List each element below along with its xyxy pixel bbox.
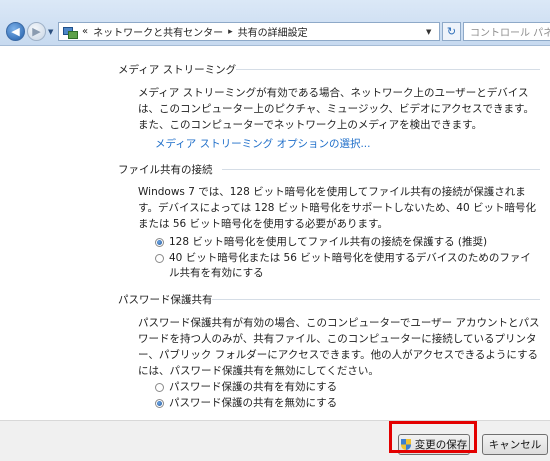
section-divider [236, 69, 540, 70]
section-divider [212, 299, 540, 300]
address-bar: ◀ ▶ ▼ « ネットワークと共有センター ▸ 共有の詳細設定 ▼ ↻ コントロ… [0, 0, 550, 46]
chevron-right-icon[interactable]: ▸ [228, 27, 233, 37]
encryption-40-56-label: 40 ビット暗号化または 56 ビット暗号化を使用するデバイスのためのファイル共… [169, 252, 531, 279]
section-title-file-sharing: ファイル共有の接続 [118, 164, 213, 176]
section-title-password-sharing: パスワード保護共有 [118, 294, 213, 306]
refresh-button[interactable]: ↻ [442, 22, 461, 41]
cancel-button[interactable]: キャンセル [482, 434, 548, 455]
encryption-128-label: 128 ビット暗号化を使用してファイル共有の接続を保護する (推奨) [169, 236, 488, 248]
network-icon [63, 26, 78, 39]
breadcrumb-overflow[interactable]: « [82, 26, 88, 37]
password-sharing-disable-option[interactable]: パスワード保護の共有を無効にする [155, 396, 540, 411]
back-button[interactable]: ◀ [6, 22, 25, 41]
save-changes-button[interactable]: 変更の保存 [398, 434, 470, 455]
recent-pages-dropdown-icon[interactable]: ▼ [48, 28, 53, 36]
media-streaming-description: メディア ストリーミングが有効である場合、ネットワーク上のユーザーとデバイスは、… [138, 87, 534, 131]
file-sharing-description: Windows 7 では、128 ビット暗号化を使用してファイル共有の接続が保護… [138, 186, 536, 230]
search-placeholder: コントロール パネル [470, 28, 550, 39]
section-divider [222, 169, 540, 170]
arrow-right-icon: ▶ [32, 25, 41, 38]
refresh-icon: ↻ [446, 25, 457, 38]
password-sharing-disable-label: パスワード保護の共有を無効にする [169, 397, 338, 409]
cancel-label: キャンセル [488, 439, 542, 451]
breadcrumb-advanced-sharing[interactable]: 共有の詳細設定 [238, 24, 308, 39]
arrow-left-icon: ◀ [11, 25, 20, 38]
password-sharing-enable-option[interactable]: パスワード保護の共有を有効にする [155, 380, 540, 395]
button-bar: 変更の保存 キャンセル [0, 420, 550, 461]
shield-icon [400, 439, 411, 450]
breadcrumb-network-center[interactable]: ネットワークと共有センター [93, 24, 223, 39]
radio-button[interactable] [155, 254, 164, 263]
search-input[interactable]: コントロール パネル [463, 22, 550, 41]
password-sharing-description: パスワード保護共有が有効の場合、このコンピューターでユーザー アカウントとパスワ… [138, 317, 540, 377]
password-sharing-enable-label: パスワード保護の共有を有効にする [169, 381, 338, 393]
breadcrumb[interactable]: « ネットワークと共有センター ▸ 共有の詳細設定 [58, 22, 440, 41]
encryption-128-option[interactable]: 128 ビット暗号化を使用してファイル共有の接続を保護する (推奨) [155, 235, 540, 250]
radio-button-checked[interactable] [155, 238, 164, 247]
media-streaming-options-link[interactable]: メディア ストリーミング オプションの選択... [155, 136, 370, 151]
radio-button-checked[interactable] [155, 399, 164, 408]
settings-content: メディア ストリーミング メディア ストリーミングが有効である場合、ネットワーク… [0, 46, 550, 420]
radio-button[interactable] [155, 383, 164, 392]
encryption-40-56-option[interactable]: 40 ビット暗号化または 56 ビット暗号化を使用するデバイスのためのファイル共… [155, 251, 540, 281]
section-title-media-streaming: メディア ストリーミング [118, 64, 237, 76]
save-changes-label: 変更の保存 [414, 439, 468, 451]
address-dropdown-icon[interactable]: ▼ [426, 28, 431, 36]
forward-button[interactable]: ▶ [27, 22, 46, 41]
